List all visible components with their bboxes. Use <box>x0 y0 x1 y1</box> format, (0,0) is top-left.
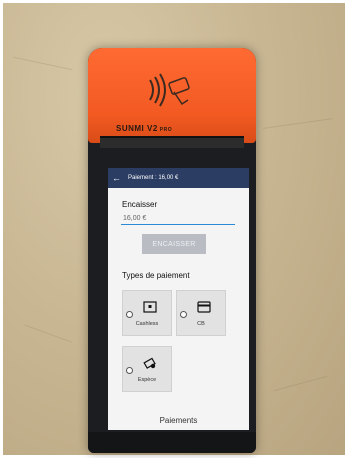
payments-section-title: Paiements <box>159 416 198 425</box>
payment-types-label: Types de paiement <box>122 271 190 280</box>
credit-card-icon <box>197 301 211 313</box>
receipt-printer-slot <box>100 136 244 148</box>
radio-cashless[interactable] <box>126 311 133 318</box>
payment-option-cb[interactable]: CB <box>176 290 226 336</box>
radio-espece[interactable] <box>126 367 133 374</box>
encaisser-button[interactable]: ENCAISSER <box>142 234 206 254</box>
terminal-top-cap: SUNMI V2 PRO <box>88 48 256 143</box>
app-bar: ← Paiement : 16,00 € <box>108 168 249 188</box>
encaisser-label: Encaisser <box>122 200 158 209</box>
option-label: Espèce <box>137 377 157 383</box>
payment-option-espece[interactable]: Espèce <box>122 346 172 392</box>
contactless-icon <box>149 73 190 107</box>
radio-cb[interactable] <box>180 311 187 318</box>
back-arrow-icon[interactable]: ← <box>112 173 124 183</box>
terminal-bottom-bezel <box>88 432 256 453</box>
terminal-screen: ← Paiement : 16,00 € Encaisser ENCAISSER… <box>108 168 249 430</box>
device-brand: SUNMI V2 PRO <box>116 124 173 133</box>
option-label: Cashless <box>135 321 159 327</box>
cash-icon <box>143 357 156 369</box>
cashless-card-icon <box>143 301 157 313</box>
page-title: Paiement : 16,00 € <box>128 175 179 181</box>
payment-option-cashless[interactable]: Cashless <box>122 290 172 336</box>
amount-input[interactable] <box>121 212 235 225</box>
option-label: CB <box>197 321 205 327</box>
